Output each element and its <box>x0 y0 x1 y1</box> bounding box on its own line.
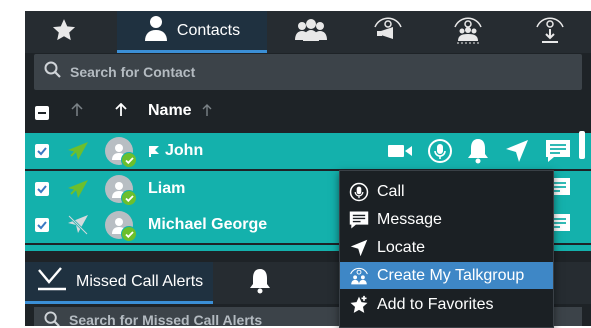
group-broadcast-icon <box>451 15 485 50</box>
checkmark-icon <box>37 147 47 156</box>
name-column-header[interactable]: Name <box>148 102 192 120</box>
row-checkbox[interactable] <box>35 182 49 196</box>
broadcast-tab[interactable] <box>348 11 428 53</box>
online-status-badge <box>121 152 137 168</box>
alerts-tab[interactable] <box>230 262 290 304</box>
download-person-icon <box>533 15 567 50</box>
sort-arrow-up-icon[interactable] <box>71 102 83 122</box>
missed-call-alerts-label: Missed Call Alerts <box>76 272 204 290</box>
message-icon[interactable] <box>544 138 572 169</box>
locate-icon[interactable] <box>505 139 529 168</box>
search-icon <box>44 61 62 84</box>
contact-context-menu: Call Message Locate Create My Talkgroup … <box>339 170 554 328</box>
menu-item-call[interactable]: Call <box>340 178 553 205</box>
talkgroup-icon <box>348 265 370 287</box>
favorites-tab[interactable] <box>25 11 103 53</box>
ptt-icon <box>348 181 370 203</box>
group-icon <box>294 18 328 47</box>
locate-icon <box>348 237 370 259</box>
video-icon[interactable] <box>387 142 413 165</box>
menu-item-message[interactable]: Message <box>340 206 553 233</box>
row-checkbox[interactable] <box>35 218 49 232</box>
contact-name: John <box>165 142 204 159</box>
star-icon <box>51 17 77 48</box>
contact-name: Michael George <box>148 216 268 233</box>
menu-item-label: Locate <box>377 238 426 256</box>
contacts-tab[interactable]: Contacts <box>117 11 267 53</box>
top-tab-bar: Contacts <box>25 11 591 53</box>
avatar <box>105 211 137 242</box>
online-status-badge <box>121 190 137 206</box>
person-icon <box>144 15 168 46</box>
search-icon <box>44 311 61 326</box>
name-sort-icon[interactable] <box>202 104 212 122</box>
menu-item-label: Call <box>377 182 405 200</box>
avatar <box>105 137 137 168</box>
alert-bell-icon[interactable] <box>466 137 490 170</box>
location-active-icon <box>67 141 89 166</box>
contact-search-input[interactable] <box>68 63 552 81</box>
download-tab[interactable] <box>508 11 591 53</box>
location-disabled-icon <box>67 214 89 241</box>
menu-item-label: Create My Talkgroup <box>377 266 525 284</box>
minus-icon <box>38 112 46 114</box>
missed-call-alerts-tab[interactable]: Missed Call Alerts <box>25 262 213 304</box>
row-checkbox[interactable] <box>35 144 49 158</box>
star-plus-icon <box>348 294 370 316</box>
alert-bell-icon <box>248 267 272 300</box>
message-icon <box>348 209 370 231</box>
group-broadcast-tab[interactable] <box>428 11 508 53</box>
ptt-icon[interactable] <box>427 138 453 169</box>
groups-tab[interactable] <box>273 11 348 53</box>
online-status-badge <box>121 226 137 242</box>
missed-call-icon <box>37 266 67 297</box>
contacts-tab-label: Contacts <box>176 21 241 39</box>
scrollbar-thumb[interactable] <box>579 131 585 159</box>
select-all-checkbox[interactable] <box>35 106 49 120</box>
contact-search-box[interactable] <box>34 54 582 90</box>
checkmark-icon <box>37 221 47 230</box>
avatar <box>105 175 137 206</box>
menu-item-label: Message <box>377 210 442 228</box>
menu-item-add-favorites[interactable]: Add to Favorites <box>340 291 553 318</box>
broadcast-icon <box>371 15 405 50</box>
flag-icon <box>148 144 160 162</box>
menu-item-label: Add to Favorites <box>377 295 494 313</box>
contact-row[interactable]: John <box>25 133 591 169</box>
contact-name: Liam <box>148 180 186 197</box>
contacts-header-row: Name <box>25 93 591 133</box>
menu-item-create-talkgroup[interactable]: Create My Talkgroup <box>340 262 553 289</box>
checkmark-icon <box>37 185 47 194</box>
location-active-icon <box>67 179 89 204</box>
menu-item-locate[interactable]: Locate <box>340 234 553 261</box>
sort-arrow-up-icon[interactable] <box>115 102 127 122</box>
